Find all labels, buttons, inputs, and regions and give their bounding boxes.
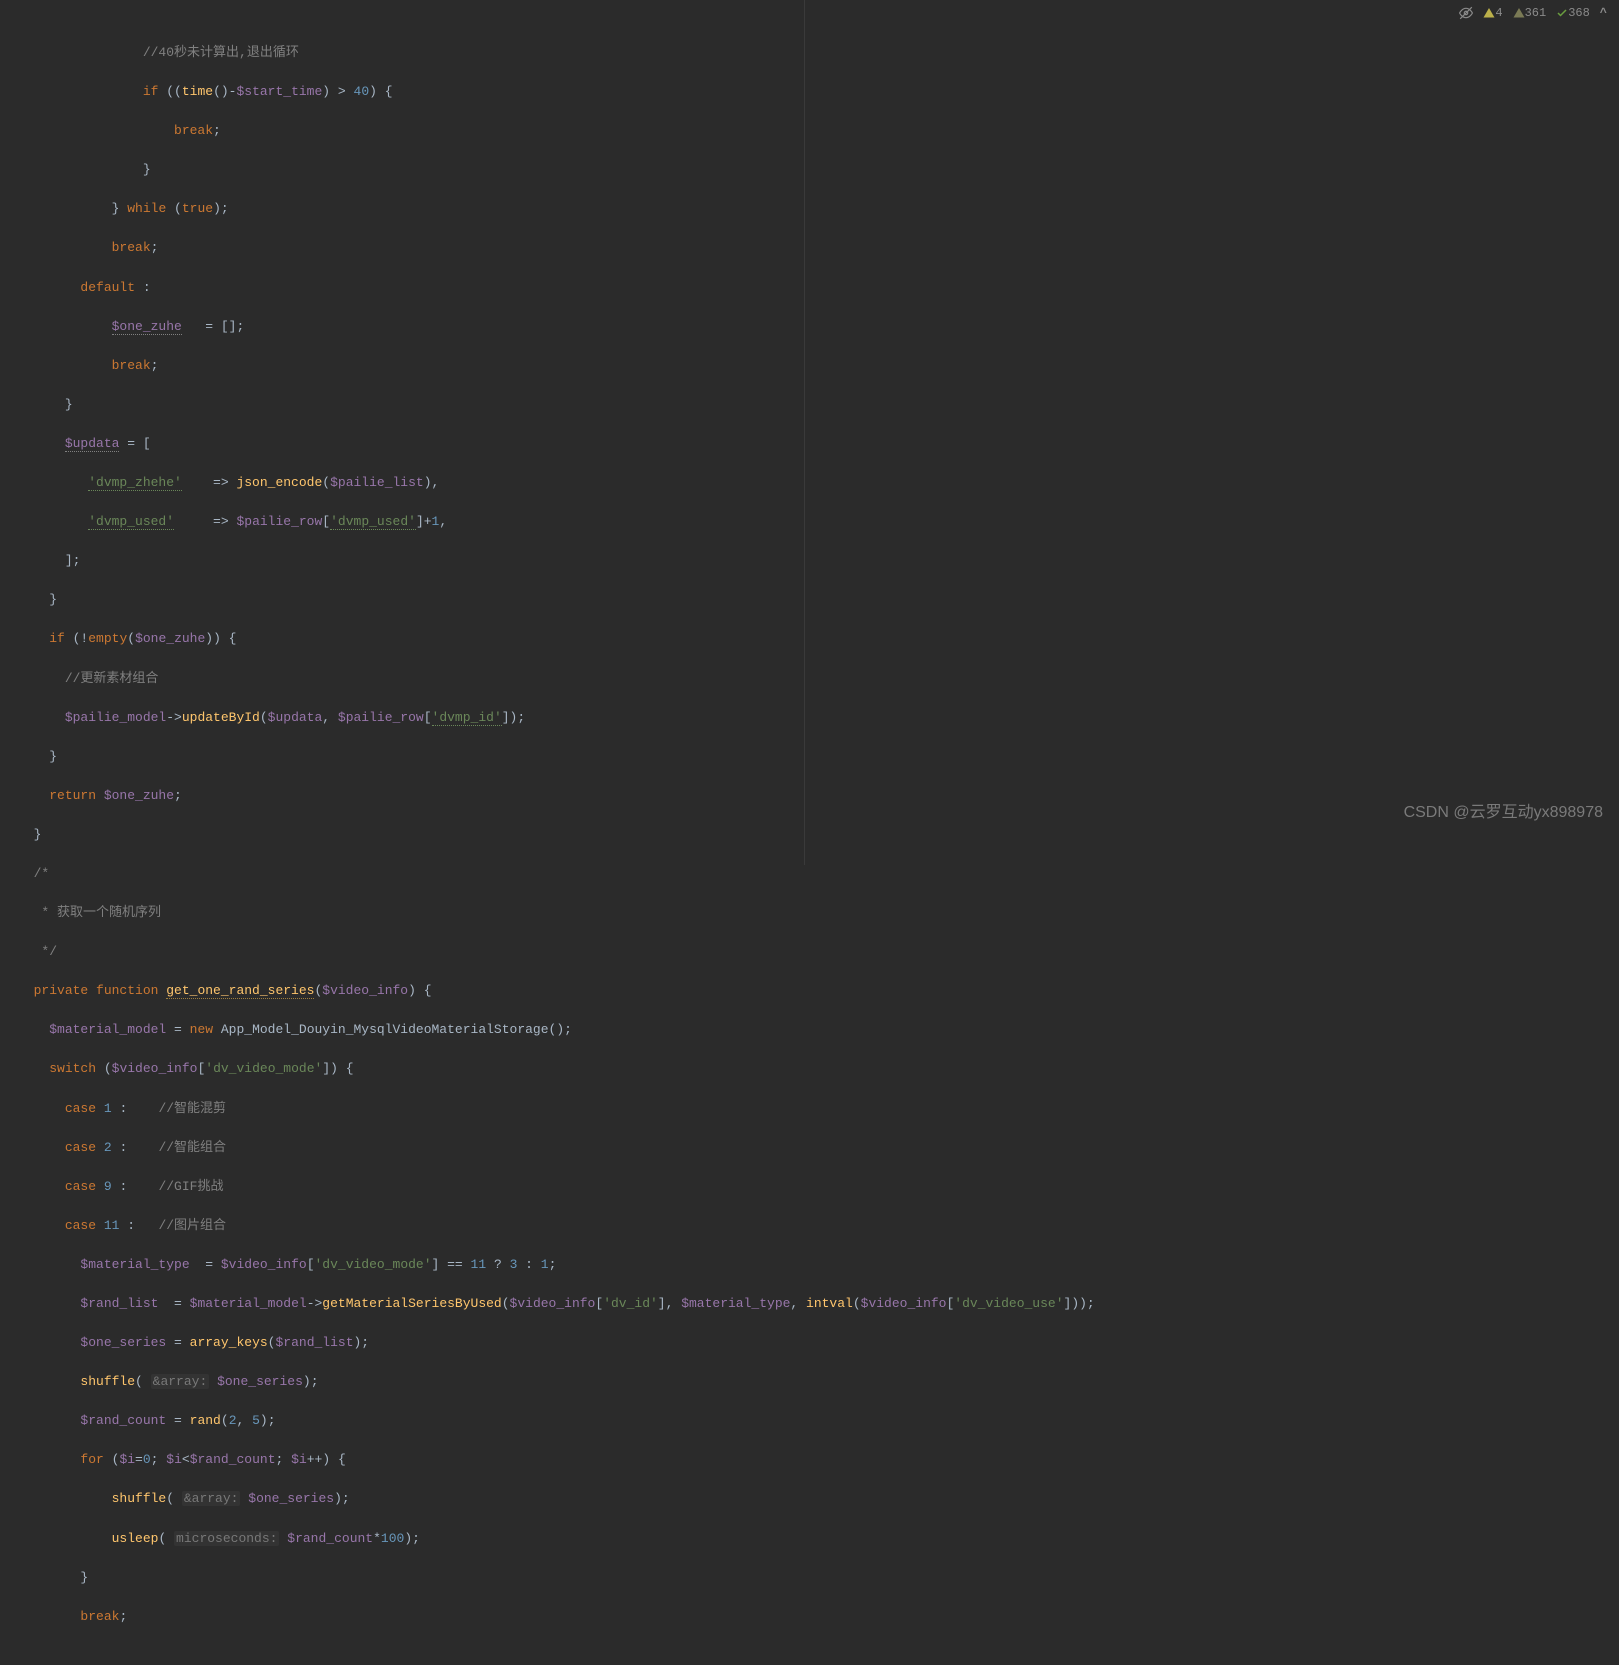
code-line[interactable]: $material_type = $video_info['dv_video_m…	[18, 1255, 1619, 1275]
code-line[interactable]: $updata = [	[18, 434, 1619, 454]
code-line[interactable]: 'dvmp_zhehe' => json_encode($pailie_list…	[18, 473, 1619, 493]
eye-off-icon[interactable]	[1459, 6, 1473, 20]
code-line[interactable]: $rand_list = $material_model->getMateria…	[18, 1294, 1619, 1314]
warning-icon[interactable]: 361	[1513, 4, 1547, 22]
inspections-bar[interactable]: 4 361 368 ^	[1459, 4, 1607, 22]
code-line[interactable]: $one_series = array_keys($rand_list);	[18, 1333, 1619, 1353]
code-line[interactable]: shuffle( &array: $one_series);	[18, 1489, 1619, 1509]
warning-icon[interactable]: 4	[1483, 4, 1502, 22]
code-line[interactable]: }	[18, 395, 1619, 415]
code-line[interactable]: case 9 : //GIF挑战	[18, 1177, 1619, 1197]
warning-count: 361	[1525, 4, 1547, 22]
code-line[interactable]: $material_model = new App_Model_Douyin_M…	[18, 1020, 1619, 1040]
comment: //40秒未计算出,退出循环	[143, 45, 299, 60]
code-line[interactable]: //40秒未计算出,退出循环	[18, 43, 1619, 63]
param-hint: &array:	[182, 1491, 241, 1506]
code-line[interactable]: 'dvmp_used' => $pailie_row['dvmp_used']+…	[18, 512, 1619, 532]
code-line[interactable]: case 11 : //图片组合	[18, 1216, 1619, 1236]
code-line[interactable]: $rand_count = rand(2, 5);	[18, 1411, 1619, 1431]
gutter	[0, 0, 12, 865]
code-line[interactable]: $pailie_model->updateById($updata, $pail…	[18, 708, 1619, 728]
code-line[interactable]: break;	[18, 238, 1619, 258]
check-icon[interactable]: 368	[1556, 4, 1590, 22]
code-line[interactable]: * 获取一个随机序列	[18, 903, 1619, 923]
code-area[interactable]: //40秒未计算出,退出循环 if ((time()-$start_time) …	[12, 0, 1619, 865]
code-line[interactable]: $one_zuhe = [];	[18, 317, 1619, 337]
passed-count: 368	[1568, 4, 1590, 22]
code-line[interactable]: }	[18, 747, 1619, 767]
code-line[interactable]: case 1 : //智能混剪	[18, 1099, 1619, 1119]
param-hint: microseconds:	[174, 1531, 279, 1546]
code-line[interactable]: break;	[18, 121, 1619, 141]
code-line[interactable]: case 2 : //智能组合	[18, 1138, 1619, 1158]
code-line[interactable]: /*	[18, 864, 1619, 884]
code-line[interactable]: default :	[18, 278, 1619, 298]
code-line[interactable]: */	[18, 942, 1619, 962]
code-line[interactable]: private function get_one_rand_series($vi…	[18, 981, 1619, 1001]
code-line[interactable]: shuffle( &array: $one_series);	[18, 1372, 1619, 1392]
comment: //更新素材组合	[65, 671, 159, 686]
code-line[interactable]: }	[18, 590, 1619, 610]
code-line[interactable]: } while (true);	[18, 199, 1619, 219]
editor-container: //40秒未计算出,退出循环 if ((time()-$start_time) …	[0, 0, 1619, 865]
code-line[interactable]: usleep( microseconds: $rand_count*100);	[18, 1529, 1619, 1549]
watermark: CSDN @云罗互动yx898978	[1404, 801, 1603, 825]
code-line[interactable]: }	[18, 825, 1619, 845]
code-line[interactable]: ];	[18, 551, 1619, 571]
code-line[interactable]: //更新素材组合	[18, 669, 1619, 689]
code-line[interactable]: for ($i=0; $i<$rand_count; $i++) {	[18, 1450, 1619, 1470]
chevron-up-icon[interactable]: ^	[1600, 4, 1607, 22]
code-line[interactable]: return $one_zuhe;	[18, 786, 1619, 806]
param-hint: &array:	[151, 1374, 210, 1389]
code-line[interactable]: if ((time()-$start_time) > 40) {	[18, 82, 1619, 102]
code-line[interactable]: }	[18, 1568, 1619, 1588]
code-line[interactable]: break;	[18, 356, 1619, 376]
code-line[interactable]: break;	[18, 1607, 1619, 1627]
warning-count: 4	[1495, 4, 1502, 22]
code-line[interactable]: if (!empty($one_zuhe)) {	[18, 629, 1619, 649]
code-line[interactable]: }	[18, 160, 1619, 180]
ruler	[804, 0, 805, 865]
code-line[interactable]: switch ($video_info['dv_video_mode']) {	[18, 1059, 1619, 1079]
